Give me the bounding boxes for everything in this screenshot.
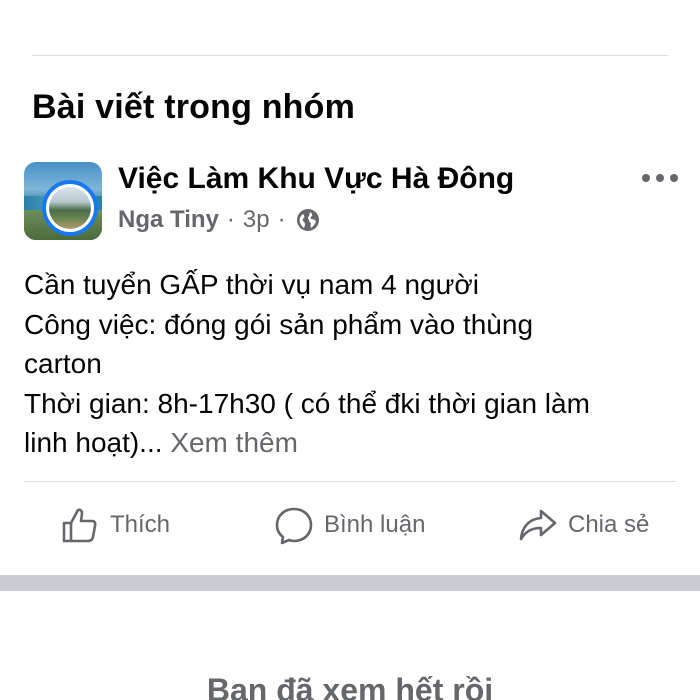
post-time[interactable]: 3p xyxy=(243,206,270,234)
thumbs-up-icon xyxy=(62,508,97,543)
globe-icon xyxy=(296,208,320,232)
comment-icon xyxy=(275,507,313,545)
share-icon xyxy=(519,509,557,541)
share-button[interactable]: Chia sẻ xyxy=(518,500,649,550)
top-divider xyxy=(32,55,668,56)
actions-divider xyxy=(24,481,676,482)
post-body-line: linh hoạt)... xyxy=(24,427,163,458)
post-meta: Nga Tiny · 3p · xyxy=(118,206,320,234)
author-name-link[interactable]: Nga Tiny xyxy=(118,206,219,234)
see-more-link[interactable]: Xem thêm xyxy=(170,427,298,458)
post-body-line: Công việc: đóng gói sản phẩm vào thùng xyxy=(24,308,534,340)
post-body-line: Cần tuyển GẤP thời vụ nam 4 người xyxy=(24,269,479,300)
group-name-link[interactable]: Việc Làm Khu Vực Hà Đông xyxy=(118,162,514,196)
comment-label: Bình luận xyxy=(324,511,426,538)
user-avatar[interactable] xyxy=(42,180,98,236)
more-options-icon[interactable] xyxy=(642,168,678,188)
share-label: Chia sẻ xyxy=(568,511,650,538)
feed-separator xyxy=(0,575,700,591)
feed-page: Bài viết trong nhóm Việc Làm Khu Vực Hà … xyxy=(0,0,700,700)
end-of-feed-text: Bạn đã xem hết rồi xyxy=(206,672,494,700)
meta-separator: · xyxy=(226,206,235,233)
post-body-line: Thời gian: 8h-17h30 ( có thể đki thời gi… xyxy=(24,387,590,419)
like-label: Thích xyxy=(110,511,171,538)
section-title: Bài viết trong nhóm xyxy=(32,88,356,126)
meta-separator: · xyxy=(277,206,286,233)
like-button[interactable]: Thích xyxy=(60,500,170,550)
post-body: Cần tuyển GẤP thời vụ nam 4 người Công v… xyxy=(24,265,674,463)
comment-button[interactable]: Bình luận xyxy=(274,500,425,550)
post-body-line: carton xyxy=(24,348,102,379)
